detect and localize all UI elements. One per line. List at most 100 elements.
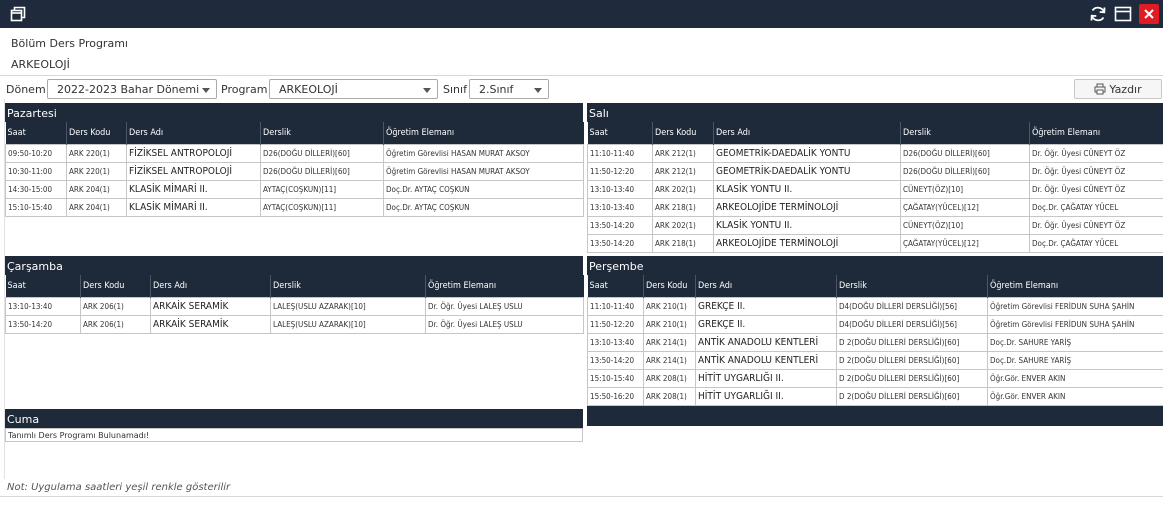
cell-ad: FİZİKSEL ANTROPOLOJİ bbox=[126, 162, 261, 181]
donem-select[interactable]: 2022-2023 Bahar Dönemi bbox=[47, 79, 217, 99]
donem-label: Dönem bbox=[6, 83, 46, 96]
cell-ad: GREKÇE II. bbox=[695, 297, 837, 316]
col-ogretim: Öğretim Elemanı bbox=[425, 275, 584, 298]
table-row: 11:50-12:20 ARK 212(1) GEOMETRİK-DAEDALİK … bbox=[587, 162, 1163, 181]
cell-ad: GEOMETRİK-DAEDALİK YONTU bbox=[713, 162, 901, 181]
table-body: 13:10-13:40 ARK 206(1) ARKAİK SERAMİK LALEŞ… bbox=[5, 297, 584, 334]
col-ogretim: Öğretim Elemanı bbox=[383, 122, 584, 145]
col-derslik: Derslik bbox=[836, 275, 988, 298]
cell-ogretim: Öğretim Görevlisi HASAN MURAT AKSOY bbox=[383, 162, 584, 181]
cell-ogretim: Öğr.Gör. ENVER AKIN bbox=[987, 369, 1163, 388]
table-row: 13:50-14:20 ARK 202(1) KLASİK YONTU II. CÜN… bbox=[587, 216, 1163, 235]
table-header-row: Saat Ders Kodu Ders Adı Derslik Öğretim … bbox=[587, 275, 1163, 298]
cell-derslik: D 2(DOĞU DİLLERİ DERSLİĞİ)[60] bbox=[836, 351, 988, 370]
table-row: 13:50-14:20 ARK 206(1) ARKAİK SERAMİK LALEŞ… bbox=[5, 315, 584, 334]
cell-derslik: LALEŞ(USLU AZARAK)[10] bbox=[270, 297, 426, 316]
sinif-select[interactable]: 2.Sınıf bbox=[469, 79, 549, 99]
cell-kod: ARK 212(1) bbox=[652, 144, 714, 163]
chevron-down-icon bbox=[534, 88, 542, 93]
cell-saat: 13:50-14:20 bbox=[587, 234, 653, 253]
cell-ad: ARKEOLOJİDE TERMİNOLOJİ bbox=[713, 198, 901, 217]
table-row: 11:10-11:40 ARK 210(1) GREKÇE II. D4(DOĞU D… bbox=[587, 297, 1163, 316]
table-row: 13:50-14:20 ARK 218(1) ARKEOLOJİDE TERMİNO… bbox=[587, 234, 1163, 253]
table-header-row: Saat Ders Kodu Ders Adı Derslik Öğretim … bbox=[587, 122, 1163, 145]
day-panel-cuma: Cuma Tanımlı Ders Programı Bulunamadı! bbox=[5, 409, 583, 442]
chevron-down-icon bbox=[202, 88, 210, 93]
cell-saat: 11:50-12:20 bbox=[587, 162, 653, 181]
cell-kod: ARK 206(1) bbox=[80, 297, 151, 316]
table-row: 13:50-14:20 ARK 214(1) ANTİK ANADOLU KENTL… bbox=[587, 351, 1163, 370]
col-ogretim: Öğretim Elemanı bbox=[1029, 122, 1163, 145]
col-ad: Ders Adı bbox=[695, 275, 837, 298]
cell-ogretim: Öğretim Görevlisi FERİDUN SUHA ŞAHİN bbox=[987, 297, 1163, 316]
cell-derslik: D4(DOĞU DİLLERİ DERSLİĞİ)[56] bbox=[836, 315, 988, 334]
schedule-table: Saat Ders Kodu Ders Adı Derslik Öğretim … bbox=[587, 275, 1163, 406]
cell-ad: FİZİKSEL ANTROPOLOJİ bbox=[126, 144, 261, 163]
cell-kod: ARK 214(1) bbox=[643, 333, 696, 352]
table-row: 11:10-11:40 ARK 212(1) GEOMETRİK-DAEDALİK … bbox=[587, 144, 1163, 163]
col-saat: Saat bbox=[587, 275, 644, 298]
table-footer-bar bbox=[587, 406, 1163, 426]
cell-kod: ARK 220(1) bbox=[66, 162, 127, 181]
cell-ogretim: Doç.Dr. SAHURE YARİŞ bbox=[987, 333, 1163, 352]
empty-schedule-message: Tanımlı Ders Programı Bulunamadı! bbox=[5, 428, 583, 442]
program-select[interactable]: ARKEOLOJİ bbox=[269, 79, 438, 99]
col-derslik: Derslik bbox=[900, 122, 1030, 145]
cell-ogretim: Doç.Dr. ÇAĞATAY YÜCEL bbox=[1029, 234, 1163, 253]
restore-window-icon[interactable] bbox=[8, 4, 28, 24]
schedule-table: Saat Ders Kodu Ders Adı Derslik Öğretim … bbox=[5, 122, 584, 217]
cell-kod: ARK 220(1) bbox=[66, 144, 127, 163]
cell-ad: ANTİK ANADOLU KENTLERİ bbox=[695, 333, 837, 352]
table-row: 13:10-13:40 ARK 218(1) ARKEOLOJİDE TERMİNO… bbox=[587, 198, 1163, 217]
col-saat: Saat bbox=[5, 122, 67, 145]
cell-kod: ARK 202(1) bbox=[652, 180, 714, 199]
cell-ad: GREKÇE II. bbox=[695, 315, 837, 334]
close-icon[interactable] bbox=[1139, 4, 1159, 24]
cell-derslik: AYTAÇ(COŞKUN)[11] bbox=[260, 198, 384, 217]
refresh-icon[interactable] bbox=[1088, 4, 1108, 24]
print-button[interactable]: Yazdır bbox=[1074, 79, 1162, 99]
cell-ad: ARKEOLOJİDE TERMİNOLOJİ bbox=[713, 234, 901, 253]
printer-icon bbox=[1094, 83, 1106, 95]
cell-ogretim: Doç.Dr. AYTAÇ COŞKUN bbox=[383, 180, 584, 199]
cell-ogretim: Dr. Öğr. Üyesi CÜNEYT ÖZ bbox=[1029, 216, 1163, 235]
col-ad: Ders Adı bbox=[150, 275, 271, 298]
cell-saat: 13:50-14:20 bbox=[587, 216, 653, 235]
window-titlebar bbox=[0, 0, 1163, 28]
schedule-table: Saat Ders Kodu Ders Adı Derslik Öğretim … bbox=[587, 122, 1163, 253]
cell-derslik: CÜNEYT(ÖZ)[10] bbox=[900, 180, 1030, 199]
program-label: Program bbox=[221, 83, 268, 96]
cell-ogretim: Dr. Öğr. Üyesi CÜNEYT ÖZ bbox=[1029, 162, 1163, 181]
cell-ogretim: Öğretim Görevlisi HASAN MURAT AKSOY bbox=[383, 144, 584, 163]
cell-ogretim: Dr. Öğr. Üyesi LALEŞ USLU bbox=[425, 315, 584, 334]
donem-value: 2022-2023 Bahar Dönemi bbox=[57, 83, 200, 96]
cell-ad: ANTİK ANADOLU KENTLERİ bbox=[695, 351, 837, 370]
day-panel-carsamba: Çarşamba Saat Ders Kodu Ders Adı Derslik… bbox=[5, 256, 584, 334]
cell-ad: KLASİK YONTU II. bbox=[713, 216, 901, 235]
maximize-icon[interactable] bbox=[1113, 4, 1133, 24]
table-row: 15:10-15:40 ARK 208(1) HİTİT UYGARLIĞI II.… bbox=[587, 369, 1163, 388]
cell-kod: ARK 210(1) bbox=[643, 297, 696, 316]
cell-ad: KLASİK MİMARİ II. bbox=[126, 180, 261, 199]
cell-derslik: AYTAÇ(COŞKUN)[11] bbox=[260, 180, 384, 199]
cell-ad: KLASİK YONTU II. bbox=[713, 180, 901, 199]
day-panel-persembe: Perşembe Saat Ders Kodu Ders Adı Derslik… bbox=[587, 256, 1163, 426]
cell-saat: 13:10-13:40 bbox=[5, 297, 81, 316]
cell-derslik: CÜNEYT(ÖZ)[10] bbox=[900, 216, 1030, 235]
col-saat: Saat bbox=[587, 122, 653, 145]
program-value: ARKEOLOJİ bbox=[279, 83, 338, 96]
sinif-value: 2.Sınıf bbox=[479, 83, 514, 96]
cell-derslik: D26(DOĞU DİLLERİ)[60] bbox=[900, 162, 1030, 181]
cell-ogretim: Dr. Öğr. Üyesi CÜNEYT ÖZ bbox=[1029, 144, 1163, 163]
day-title: Çarşamba bbox=[5, 256, 583, 275]
col-ad: Ders Adı bbox=[713, 122, 901, 145]
col-kod: Ders Kodu bbox=[66, 122, 127, 145]
table-header-row: Saat Ders Kodu Ders Adı Derslik Öğretim … bbox=[5, 122, 584, 145]
table-row: 13:10-13:40 ARK 214(1) ANTİK ANADOLU KENTL… bbox=[587, 333, 1163, 352]
table-row: 10:30-11:00 ARK 220(1) FİZİKSEL ANTROPOLOJ… bbox=[5, 162, 584, 181]
cell-kod: ARK 208(1) bbox=[643, 387, 696, 406]
print-label: Yazdır bbox=[1109, 83, 1142, 96]
divider bbox=[0, 496, 1163, 497]
table-row: 15:50-16:20 ARK 208(1) HİTİT UYGARLIĞI II.… bbox=[587, 387, 1163, 406]
cell-ad: ARKAİK SERAMİK bbox=[150, 315, 271, 334]
